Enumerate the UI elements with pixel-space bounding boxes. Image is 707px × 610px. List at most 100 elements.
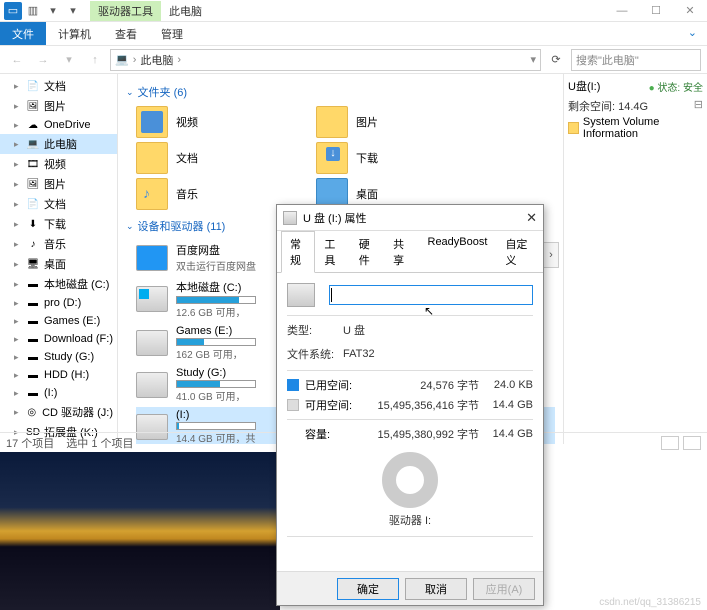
item-count: 17 个项目 [6,435,54,451]
nav-icon: ◎ [25,405,38,419]
dialog-title: U 盘 (I:) 属性 [303,210,367,226]
nav-icon: ♪ [26,237,40,251]
pc-icon: 💻 [115,53,129,66]
folder-label: 下载 [356,150,378,166]
folder-item[interactable]: 文档 [136,142,296,174]
sidebar-item[interactable]: ▸▬pro (D:) [0,294,117,312]
sidebar-item[interactable]: ▸▬Games (E:) [0,312,117,330]
breadcrumb-item[interactable]: 此电脑 [140,52,173,68]
filesystem-label: 文件系统: [287,346,343,362]
sidebar-item[interactable]: ▸▬(I:) [0,384,117,402]
apply-button[interactable]: 应用(A) [473,578,535,600]
folder-icon [316,106,348,138]
back-button[interactable]: ← [6,49,28,71]
forward-button[interactable]: → [32,49,54,71]
label-input[interactable]: ↖ [329,285,533,305]
sidebar-item[interactable]: ▸▬本地磁盘 (C:) [0,274,117,294]
titlebar: ▭ ▥ ▾ ▾ 驱动器工具 此电脑 — ☐ ✕ [0,0,707,22]
nav-label: 桌面 [44,256,66,272]
tab-sharing[interactable]: 共享 [384,231,418,273]
free-human: 14.4 GB [483,399,533,411]
sidebar-item[interactable]: ▸☁OneDrive [0,116,117,134]
maximize-button[interactable]: ☐ [639,0,673,22]
cancel-button[interactable]: 取消 [405,578,467,600]
group-header-folders[interactable]: ⌄文件夹 (6) [126,84,555,100]
refresh-button[interactable]: ⟳ [545,49,567,71]
dialog-titlebar[interactable]: U 盘 (I:) 属性 ✕ [277,205,543,231]
dialog-buttons: 确定 取消 应用(A) [277,571,543,605]
recent-dropdown[interactable]: ▾ [58,49,80,71]
free-color-icon [287,399,299,411]
properties-icon[interactable]: ▥ [24,2,42,20]
qat-dropdown[interactable]: ▾ [64,2,82,20]
nav-label: HDD (H:) [44,369,89,381]
tab-readyboost[interactable]: ReadyBoost [419,231,497,273]
navigation-pane[interactable]: ▸📄文档▸🖼图片▸☁OneDrive▸💻此电脑▸🎞视频▸🖼图片▸📄文档▸⬇下载▸… [0,74,118,444]
tab-computer[interactable]: 计算机 [46,22,103,45]
new-folder-icon[interactable]: ▾ [44,2,62,20]
folder-item[interactable]: 音乐 [136,178,296,210]
ribbon-expand-icon[interactable]: ⌄ [678,22,707,45]
close-button[interactable]: ✕ [673,0,707,22]
list-item[interactable]: System Volume Information [568,116,703,140]
sidebar-item[interactable]: ▸♪音乐 [0,234,117,254]
nav-label: 本地磁盘 (C:) [44,276,109,292]
tab-hardware[interactable]: 硬件 [350,231,384,273]
sidebar-item[interactable]: ▸🖼图片 [0,174,117,194]
breadcrumb[interactable]: 💻 › 此电脑 › ▾ [110,49,541,71]
sidebar-item[interactable]: ▸▬HDD (H:) [0,366,117,384]
free-bytes: 15,495,356,416 字节 [369,397,479,413]
ribbon-tabs: 文件 计算机 查看 管理 ⌄ [0,22,707,46]
dropdown-icon[interactable]: ▾ [530,53,536,66]
filesystem-value: FAT32 [343,348,375,360]
folder-label: 文档 [176,150,198,166]
details-title: U盘(I:) [568,78,600,94]
details-view-button[interactable] [661,436,679,450]
ok-button[interactable]: 确定 [337,578,399,600]
explorer-icon[interactable]: ▭ [4,2,22,20]
search-input[interactable]: 搜索"此电脑" [571,49,701,71]
sidebar-item[interactable]: ▸🖼图片 [0,96,117,116]
folder-item[interactable]: 图片 [316,106,476,138]
sidebar-item[interactable]: ▸💻此电脑 [0,134,117,154]
context-tab-label: 驱动器工具 [90,1,161,21]
drive-icon [136,286,168,312]
sidebar-item[interactable]: ▸🎞视频 [0,154,117,174]
tab-tools[interactable]: 工具 [315,231,349,273]
sidebar-item[interactable]: ▸⬇下载 [0,214,117,234]
window-title: 此电脑 [169,3,202,19]
tab-file[interactable]: 文件 [0,22,46,45]
used-color-icon [287,379,299,391]
collapse-icon[interactable]: ⊟ [694,98,703,111]
nav-label: 视频 [44,156,66,172]
sidebar-item[interactable]: ▸▬Study (G:) [0,348,117,366]
sidebar-item[interactable]: ▸◎CD 驱动器 (J:) [0,402,117,422]
tab-view[interactable]: 查看 [103,22,149,45]
free-label: 可用空间: [305,397,365,413]
type-label: 类型: [287,322,343,338]
minimize-button[interactable]: — [605,0,639,22]
folder-item[interactable]: 视频 [136,106,296,138]
nav-icon: ▬ [26,368,40,382]
preview-toggle-button[interactable]: › [543,242,559,268]
sidebar-item[interactable]: ▸📄文档 [0,194,117,214]
folder-icon [136,178,168,210]
tab-manage[interactable]: 管理 [149,22,195,45]
close-button[interactable]: ✕ [526,210,537,226]
icons-view-button[interactable] [683,436,701,450]
tab-custom[interactable]: 自定义 [496,231,539,273]
drive-letter-label: 驱动器 I: [287,512,533,528]
up-button[interactable]: ↑ [84,49,106,71]
drive-icon [283,211,297,225]
sidebar-item[interactable]: ▸📄文档 [0,76,117,96]
folder-item[interactable]: 下载 [316,142,476,174]
sidebar-item[interactable]: ▸🖥桌面 [0,254,117,274]
sidebar-item[interactable]: ▸▬Download (F:) [0,330,117,348]
folder-icon [316,142,348,174]
chevron-right-icon: › [177,54,181,66]
nav-icon: 📄 [26,79,40,93]
tab-general[interactable]: 常规 [281,231,315,273]
capacity-human: 14.4 GB [483,428,533,440]
selection-count: 选中 1 个项目 [66,435,133,451]
drive-sublabel: 162 GB 可用， [176,346,256,361]
